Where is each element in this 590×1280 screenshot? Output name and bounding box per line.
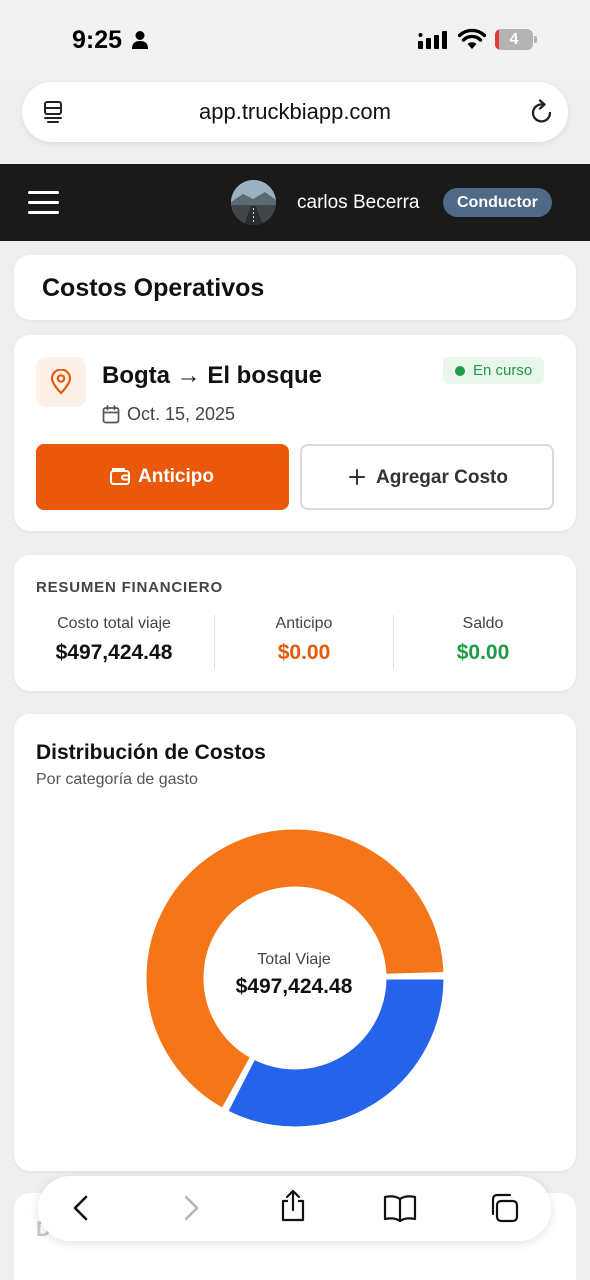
- forward-icon[interactable]: [174, 1192, 206, 1224]
- status-time: 9:25: [72, 26, 123, 54]
- donut-slice-2[interactable]: [225, 976, 447, 1130]
- summary-anticipo: Anticipo $0.00: [215, 615, 393, 665]
- address-bar[interactable]: app.truckbiapp.com: [22, 82, 568, 142]
- anticipo-button[interactable]: Anticipo: [36, 444, 289, 510]
- donut-center-label: Total Viaje: [257, 951, 331, 968]
- share-icon[interactable]: [277, 1189, 309, 1223]
- battery-level: 4: [509, 31, 519, 48]
- chart-title: Distribución de Costos: [36, 741, 266, 764]
- anticipo-button-label: Anticipo: [138, 466, 214, 487]
- wifi-icon: [458, 28, 486, 49]
- back-icon[interactable]: [66, 1192, 98, 1224]
- status-dot: [455, 366, 465, 376]
- donut-center-value: $497,424.48: [235, 975, 353, 998]
- browser-toolbar: [38, 1176, 551, 1241]
- menu-icon[interactable]: [28, 191, 59, 215]
- anticipo-value: $0.00: [277, 641, 331, 664]
- add-cost-button[interactable]: Agregar Costo: [300, 444, 554, 510]
- summary-title: RESUMEN FINANCIERO: [36, 579, 223, 596]
- battery-icon: 4: [495, 29, 537, 50]
- trip-route: Bogta → El bosque: [102, 362, 323, 389]
- app-header: carlos Becerra Conductor: [0, 164, 590, 241]
- chart-subtitle: Por categoría de gasto: [36, 771, 198, 788]
- summary-total: Costo total viaje $497,424.48: [25, 615, 203, 665]
- status-badge: En curso: [443, 357, 545, 384]
- total-value: $497,424.48: [55, 641, 173, 664]
- person-icon: [132, 31, 148, 49]
- cost-distribution-card: Distribución de Costos Por categoría de …: [14, 714, 576, 1171]
- wallet-icon: [110, 468, 130, 485]
- saldo-value: $0.00: [456, 641, 510, 664]
- signal-icon: [418, 31, 447, 49]
- user-name: carlos Becerra: [297, 192, 420, 213]
- url-text[interactable]: app.truckbiapp.com: [22, 99, 568, 125]
- role-badge: Conductor: [443, 188, 552, 217]
- saldo-label: Saldo: [462, 615, 504, 632]
- financial-summary-card: RESUMEN FINANCIERO Costo total viaje $49…: [14, 555, 576, 691]
- location-pin-icon: [50, 369, 72, 395]
- anticipo-label: Anticipo: [275, 615, 333, 632]
- status-bar: 9:25 4: [0, 0, 590, 80]
- reload-icon[interactable]: [530, 99, 554, 125]
- status-text: En curso: [473, 362, 533, 379]
- calendar-icon: [102, 405, 120, 424]
- title-card: Costos Operativos: [14, 255, 576, 320]
- trip-card: Bogta → El bosque En curso Oct. 15, 2025…: [14, 335, 576, 531]
- total-label: Costo total viaje: [57, 615, 171, 632]
- bookmarks-icon[interactable]: [383, 1192, 417, 1224]
- page-title: Costos Operativos: [42, 274, 265, 302]
- location-pin-badge: [36, 357, 86, 407]
- tabs-overview-icon[interactable]: [488, 1192, 520, 1224]
- trip-date: Oct. 15, 2025: [127, 404, 236, 424]
- add-cost-button-label: Agregar Costo: [376, 467, 508, 488]
- avatar[interactable]: [231, 180, 276, 225]
- summary-saldo: Saldo $0.00: [394, 615, 572, 665]
- plus-icon: [349, 469, 365, 485]
